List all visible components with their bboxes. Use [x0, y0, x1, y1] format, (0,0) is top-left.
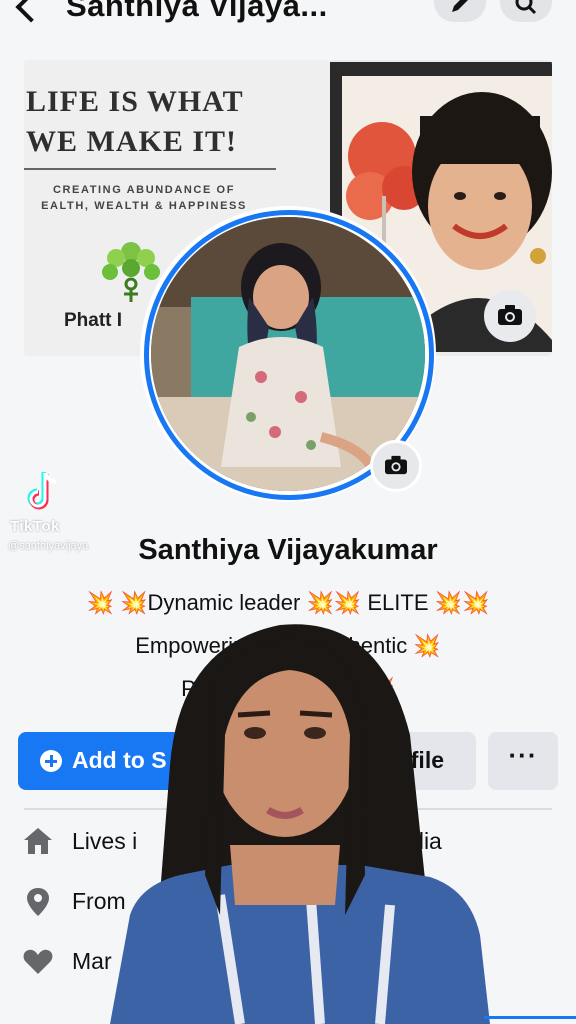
- pencil-icon: [452, 0, 468, 12]
- page-title: Santhiya Vijaya...: [66, 0, 328, 23]
- profile-name: Santhiya Vijayakumar: [138, 534, 438, 566]
- camera-icon: [385, 455, 407, 475]
- location-pin-icon: [27, 888, 49, 916]
- profile-page: Santhiya Vijaya... LIFE IS WHAT WE MAKE …: [0, 0, 576, 1024]
- more-options-button[interactable]: ···: [488, 732, 558, 790]
- tiktok-logo-icon: [27, 472, 57, 510]
- search-icon: [515, 0, 537, 15]
- cover-subline: CREATING ABUNDANCE OF EALTH, WEALTH & HA…: [41, 184, 247, 212]
- top-bar: Santhiya Vijaya...: [0, 0, 576, 38]
- edit-button[interactable]: [434, 0, 486, 22]
- profile-camera-button[interactable]: [370, 440, 422, 492]
- cover-camera-button[interactable]: [484, 290, 536, 342]
- search-button[interactable]: [500, 0, 552, 22]
- back-icon[interactable]: [15, 0, 47, 23]
- cover-headline: LIFE IS WHAT WE MAKE IT!: [26, 85, 244, 158]
- tiktok-wordmark: TikTok: [10, 518, 60, 535]
- presenter-video-overlay: [110, 624, 490, 1024]
- camera-icon: [498, 305, 522, 325]
- bio-line-1: 💥 💥Dynamic leader 💥💥 ELITE 💥💥: [86, 590, 490, 615]
- brand-name: Phatt I: [64, 310, 123, 331]
- heart-icon: [23, 949, 53, 974]
- more-dots-icon: ···: [508, 740, 538, 770]
- home-icon: [24, 828, 52, 854]
- plus-icon: [40, 750, 62, 772]
- relationship-text: Mar: [72, 948, 112, 974]
- progress-indicator: [484, 1016, 576, 1019]
- cover-rule: [24, 168, 276, 170]
